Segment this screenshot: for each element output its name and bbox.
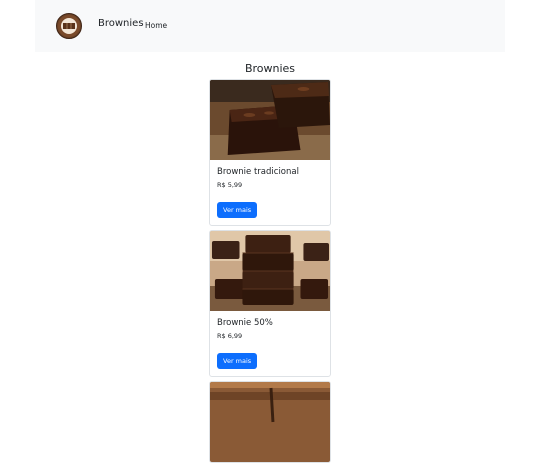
ver-mais-button[interactable]: Ver mais <box>217 202 258 218</box>
product-card: Brownie tradicional R$ 5,99 Ver mais <box>209 79 331 226</box>
product-image-brownie-tradicional <box>210 80 330 160</box>
product-image-brownie-50 <box>210 231 330 311</box>
product-card: Brownie 50% R$ 6,99 Ver mais <box>209 230 331 377</box>
card-price: R$ 6,99 <box>217 332 243 340</box>
nav-link-home[interactable]: Home <box>145 21 167 30</box>
card-price: R$ 5,99 <box>217 181 243 189</box>
navbar-brand[interactable]: Brownies <box>98 18 144 29</box>
navbar: Brownies Home <box>35 0 505 52</box>
brand-logo[interactable] <box>56 13 82 39</box>
page-title: Brownies <box>244 62 296 75</box>
card-title: Brownie tradicional <box>217 167 299 177</box>
ver-mais-button[interactable]: Ver mais <box>217 353 258 369</box>
product-card <box>209 381 331 463</box>
card-title: Brownie 50% <box>217 318 273 328</box>
product-image <box>210 382 330 462</box>
